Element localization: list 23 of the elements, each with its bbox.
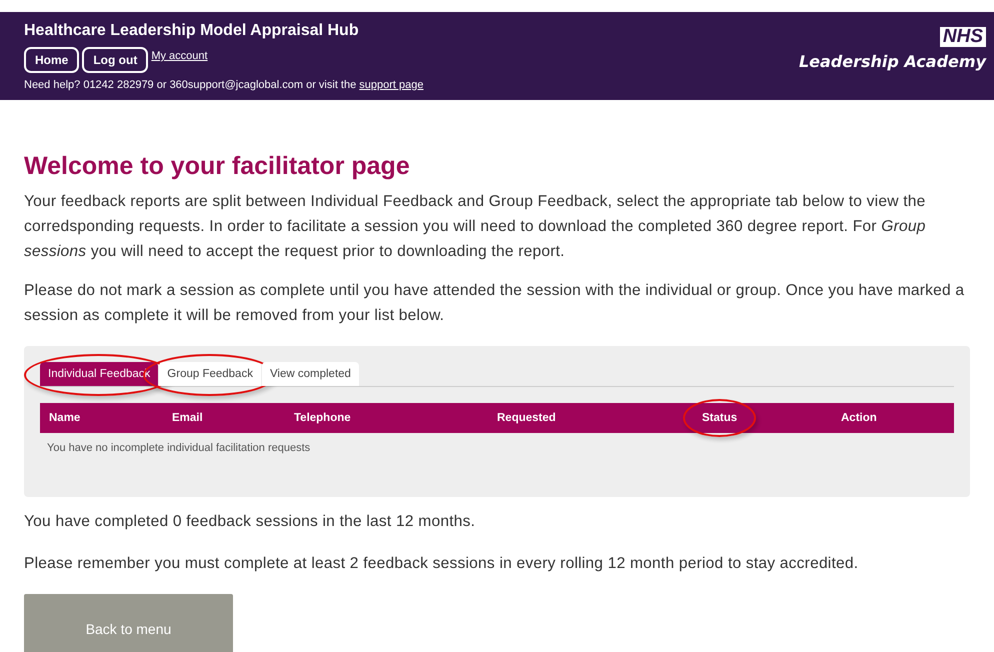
tab[interactable]: Group Feedback	[159, 362, 261, 386]
column-header: Telephone	[293, 411, 352, 426]
intro-paragraph: Your feedback reports are split between Individual Feedback and Group Feedback, select the appropriate tab below to view the corredsponding requests. In order to facilitate a session you will need to download the completed 360 degree report. For Group sessions you will need to accept the request prior to downloading the report.	[24, 192, 927, 262]
notice-paragraph: Please do not mark a session as complete until you have attended the session with the individual or group. Once you have marked a session as complete it will be removed from your list below.	[24, 281, 966, 326]
support-link[interactable]: support page	[359, 79, 424, 91]
nav-button[interactable]: Home	[24, 47, 80, 73]
reminder-text: Please remember you must complete at least 2 feedback sessions in every rolling 12 month period to stay accredited.	[24, 554, 860, 574]
tab[interactable]: Individual Feedback	[40, 362, 158, 386]
completed-text: You have completed 0 feedback sessions in the last 12 months.	[24, 512, 476, 532]
column-header: Status	[683, 399, 756, 437]
column-header: Name	[48, 411, 82, 426]
empty-message: You have no incomplete individual facilitation requests	[47, 442, 310, 454]
column-header: Email	[171, 411, 204, 426]
site-title: Healthcare Leadership Model Appraisal Hub	[24, 22, 360, 40]
logo-text: Leadership Academy	[798, 52, 986, 71]
tab[interactable]: View completed	[262, 362, 359, 386]
column-header: Action	[840, 411, 878, 426]
account-link[interactable]: My account	[151, 50, 208, 62]
logo-badge: NHS	[940, 27, 986, 47]
column-header: Requested	[496, 411, 557, 426]
help-text: Need help? 01242 282979 or 360support@jcaglobal.com or visit the	[24, 79, 356, 91]
page-heading: Welcome to your facilitator page	[24, 152, 411, 181]
nav-button[interactable]: Log out	[82, 47, 148, 73]
